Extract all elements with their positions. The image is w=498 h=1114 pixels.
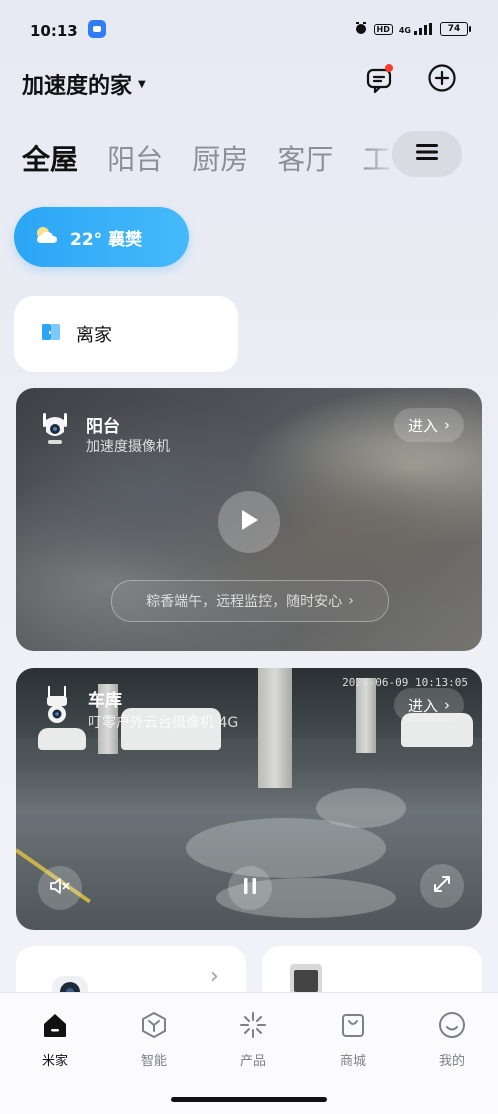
tab-kitchen[interactable]: 厨房 xyxy=(192,138,248,178)
nav-profile[interactable]: 我的 xyxy=(417,1010,487,1069)
chevron-right-icon: › xyxy=(210,964,219,989)
expand-icon xyxy=(433,875,451,897)
nav-home[interactable]: 米家 xyxy=(20,1010,90,1069)
enter-button[interactable]: 进入 › xyxy=(393,408,464,442)
door-icon xyxy=(40,321,62,347)
camera-subtitle: 叮零户外云台摄像机 4G xyxy=(88,715,239,731)
chevron-right-icon: › xyxy=(444,416,450,434)
battery-indicator: 74 xyxy=(440,22,471,36)
product-icon xyxy=(238,1010,268,1044)
fullscreen-button[interactable] xyxy=(420,864,464,908)
camera-title: 阳台 xyxy=(86,417,120,437)
camera-card-balcony[interactable]: 阳台 加速度摄像机 进入 › 粽香端午，远程监控，随时安心 › xyxy=(16,388,482,651)
unread-badge xyxy=(385,64,393,72)
nav-label: 我的 xyxy=(438,1054,465,1069)
chevron-right-icon: › xyxy=(444,696,450,714)
profile-icon xyxy=(437,1010,467,1044)
nav-smart[interactable]: 智能 xyxy=(119,1010,189,1069)
mute-button[interactable] xyxy=(38,866,82,910)
nav-label: 产品 xyxy=(239,1054,266,1069)
network-label: 4G xyxy=(398,26,411,35)
camera-title: 车库 xyxy=(88,691,122,711)
weather-widget[interactable]: 22° 襄樊 xyxy=(14,207,189,267)
status-bar: 10:13 HD 4G 74 xyxy=(0,0,498,60)
add-device-button[interactable] xyxy=(426,64,458,96)
hd-badge: HD xyxy=(373,23,393,35)
message-icon xyxy=(365,64,393,94)
scene-label: 离家 xyxy=(76,325,112,346)
home-indicator xyxy=(171,1097,327,1102)
menu-icon xyxy=(415,142,439,166)
enter-label: 进入 xyxy=(407,696,438,715)
signal-icon: 4G xyxy=(399,23,434,35)
floor-reflection xyxy=(316,788,406,828)
smart-icon xyxy=(139,1010,169,1044)
nav-label: 智能 xyxy=(140,1054,167,1069)
outdoor-camera-icon xyxy=(42,684,72,728)
tab-living-room[interactable]: 客厅 xyxy=(277,138,333,178)
play-icon xyxy=(238,508,260,536)
garage-pillar xyxy=(258,668,292,788)
home-icon xyxy=(40,1010,70,1044)
status-right: HD 4G 74 xyxy=(354,21,471,38)
pause-icon xyxy=(242,877,258,899)
nav-label: 米家 xyxy=(41,1054,68,1069)
cloudy-weather-icon xyxy=(34,225,60,249)
enter-button[interactable]: 进入 › xyxy=(393,688,464,722)
home-selector[interactable]: 加速度的家 ▼ xyxy=(22,68,146,100)
parked-car xyxy=(38,728,86,750)
message-button[interactable] xyxy=(363,64,395,96)
camera-subtitle: 加速度摄像机 xyxy=(86,439,170,455)
play-button[interactable] xyxy=(218,491,280,553)
promo-banner[interactable]: 粽香端午，远程监控，随时安心 › xyxy=(111,580,389,622)
room-menu-button[interactable] xyxy=(392,131,462,177)
shop-icon xyxy=(338,1010,368,1044)
camera-card-garage[interactable]: 2024-06-09 10:13:05 车库 叮零户外云台摄像机 4G 进入 › xyxy=(16,668,482,930)
garage-pillar xyxy=(356,678,376,753)
nav-products[interactable]: 产品 xyxy=(218,1010,288,1069)
camera-icon xyxy=(40,410,70,450)
app-notification-icon xyxy=(88,20,106,38)
tab-all-rooms[interactable]: 全屋 xyxy=(22,138,78,178)
add-icon xyxy=(427,63,457,97)
nav-label: 商城 xyxy=(339,1054,366,1069)
pause-button[interactable] xyxy=(228,866,272,910)
scene-leave-home[interactable]: 离家 xyxy=(14,296,238,372)
status-time: 10:13 xyxy=(30,22,78,40)
weather-text: 22° 襄樊 xyxy=(70,229,143,250)
nav-shop[interactable]: 商城 xyxy=(318,1010,388,1069)
tab-balcony[interactable]: 阳台 xyxy=(107,138,163,178)
video-timestamp: 2024-06-09 10:13:05 xyxy=(342,676,468,689)
alarm-icon xyxy=(354,21,368,38)
promo-text: 粽香端午，远程监控，随时安心 xyxy=(146,594,343,610)
home-name: 加速度的家 xyxy=(22,74,133,99)
enter-label: 进入 xyxy=(407,416,438,435)
caret-down-icon: ▼ xyxy=(138,78,146,90)
speaker-muted-icon xyxy=(49,877,71,899)
chevron-right-icon: › xyxy=(348,593,354,609)
